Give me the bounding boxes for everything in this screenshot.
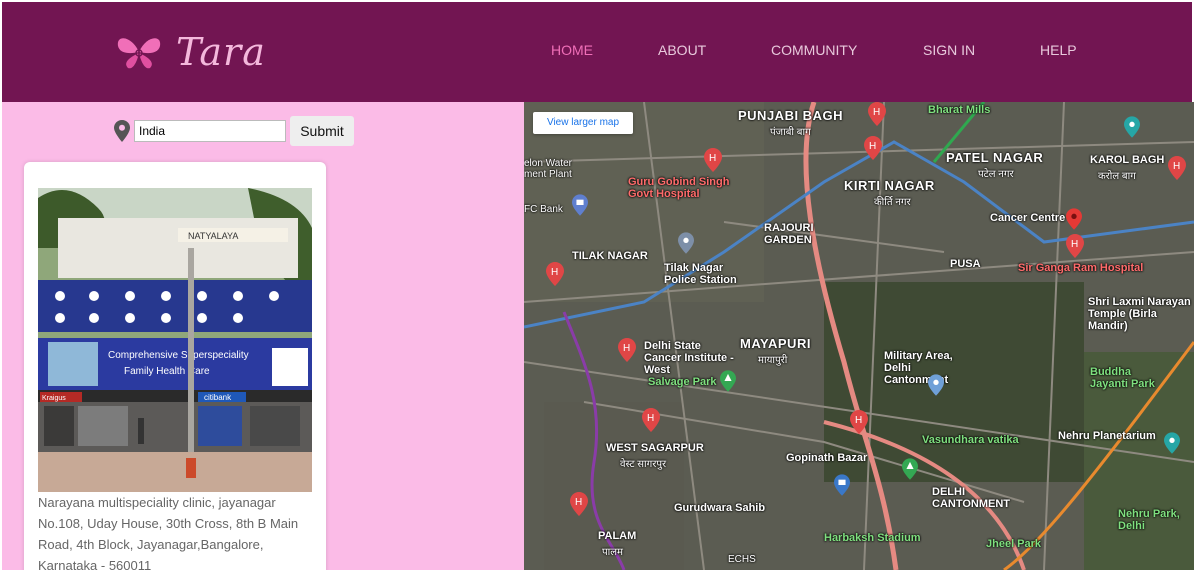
hospital-marker-icon[interactable]: H [642,408,660,432]
label-patel-nagar: PATEL NAGAR [946,150,1044,165]
clinic-address: Narayana multispeciality clinic, jayanag… [38,495,299,570]
svg-text:H: H [623,343,630,354]
banner-text: Comprehensive Superspeciality [108,350,249,361]
location-search: Submit [114,116,354,146]
label-delhi-cantonment: DELHI CANTONMENT [932,486,1011,510]
park-marker-icon[interactable] [720,370,736,392]
brand[interactable]: Tara [114,30,266,74]
label-cancer-centre: Cancer Centre [990,212,1066,224]
label-west-sagarpur-hi: वेस्ट सागरपुर [620,459,667,470]
sign-natyalaya: NATYALAYA [188,231,238,241]
label-gurudwara: Gurudwara Sahib [674,502,766,514]
brand-name: Tara [176,30,266,74]
label-west-sagarpur: WEST SAGARPUR [606,442,704,454]
label-nehru-park: Nehru Park, Delhi [1118,508,1180,532]
label-guru-gobind-hospital: Guru Gobind Singh Govt Hospital [628,176,730,200]
nav-home[interactable]: HOME [551,42,593,58]
banner-text-2: Family Health Care [124,366,210,377]
label-kirti-nagar: KIRTI NAGAR [844,178,935,193]
hospital-marker-icon[interactable]: H [868,102,886,126]
label-bharat-mills: Bharat Mills [928,104,991,116]
map-canvas [524,102,1194,570]
hospital-marker-icon[interactable]: H [618,338,636,362]
label-palam-hi: पालम [602,547,624,558]
top-navbar: Tara HOME ABOUT COMMUNITY SIGN IN HELP [2,2,1192,102]
hospital-marker-icon[interactable]: H [864,136,882,160]
svg-text:H: H [869,141,876,152]
label-pusa: PUSA [950,258,981,270]
label-mayapuri: MAYAPURI [740,336,811,351]
hospital-marker-icon[interactable]: H [1168,156,1186,180]
label-palam: PALAM [598,530,637,542]
shopping-marker-icon[interactable] [834,474,850,496]
svg-text:H: H [551,267,558,278]
label-birla-mandir: Shri Laxmi Narayan Temple (Birla Mandir) [1088,296,1191,332]
svg-text:H: H [1173,161,1180,172]
label-kirti-nagar-hi: कीर्ति नगर [874,197,911,208]
hospital-marker-icon[interactable]: H [546,262,564,286]
bank-sign: citibank [204,393,232,402]
police-marker-icon[interactable] [678,232,694,254]
butterfly-logo-icon [117,38,161,69]
label-karol-bagh-hi: करोल बाग [1098,171,1136,182]
svg-text:H: H [647,413,654,424]
label-harbaksh: Harbaksh Stadium [824,532,921,544]
label-sir-ganga-ram: Sir Ganga Ram Hospital [1018,262,1144,274]
military-marker-icon[interactable] [928,374,944,396]
label-salvage-park: Salvage Park [648,376,717,388]
submit-button[interactable]: Submit [290,116,354,146]
hospital-marker-icon[interactable]: H [1066,234,1084,258]
hospital-marker-icon[interactable]: H [850,410,868,434]
hospital-marker-icon[interactable]: H [704,148,722,172]
label-rajouri-garden: RAJOURI GARDEN [764,222,814,246]
label-karol-bagh: KAROL BAGH [1090,154,1165,166]
results-pane: Submit NATYALAYA [2,102,524,570]
label-tilak-nagar: TILAK NAGAR [572,250,648,262]
label-buddha-jayanti: Buddha Jayanti Park [1090,366,1155,390]
label-water-plant: elon Water ment Plant [524,158,572,180]
label-mayapuri-hi: मायापुरी [758,355,788,366]
embedded-map[interactable]: View larger map PUNJABI BAGH पंजाबी बाग … [524,102,1194,570]
label-nehru-planetarium: Nehru Planetarium [1058,430,1156,442]
svg-text:H: H [873,107,880,118]
bank-marker-icon[interactable] [572,194,588,216]
label-punjabi-bagh: PUNJABI BAGH [738,108,843,123]
svg-text:H: H [575,497,582,508]
store-sign: Kraigus [42,395,66,402]
map-pin-icon [114,120,130,142]
label-punjabi-bagh-hi: पंजाबी बाग [770,127,811,138]
location-marker-icon[interactable] [1066,208,1082,230]
svg-text:H: H [1071,239,1078,250]
label-vasundhara: Vasundhara vatika [922,434,1019,446]
nav-help[interactable]: HELP [1040,42,1077,58]
label-fc-bank: FC Bank [524,204,563,215]
clinic-photo: NATYALAYA Comprehensive Superspeciality … [38,188,312,492]
label-gopinath-bazar: Gopinath Bazar [786,452,868,464]
nav-about[interactable]: ABOUT [658,42,706,58]
svg-text:H: H [855,415,862,426]
nav-sign-in[interactable]: SIGN IN [923,42,975,58]
landmark-marker-icon[interactable] [1124,116,1140,138]
svg-text:H: H [709,153,716,164]
planetarium-marker-icon[interactable] [1164,432,1180,454]
nav-community[interactable]: COMMUNITY [771,42,857,58]
label-echs: ECHS [728,554,756,565]
label-tilak-police: Tilak Nagar Police Station [664,262,737,286]
clinic-card[interactable]: NATYALAYA Comprehensive Superspeciality … [24,162,326,570]
label-patel-nagar-hi: पटेल नगर [978,169,1014,180]
hospital-marker-icon[interactable]: H [570,492,588,516]
location-input[interactable] [134,120,286,142]
park-marker-icon[interactable] [902,458,918,480]
view-larger-map-link[interactable]: View larger map [533,112,633,134]
label-jheel-park: Jheel Park [986,538,1042,550]
